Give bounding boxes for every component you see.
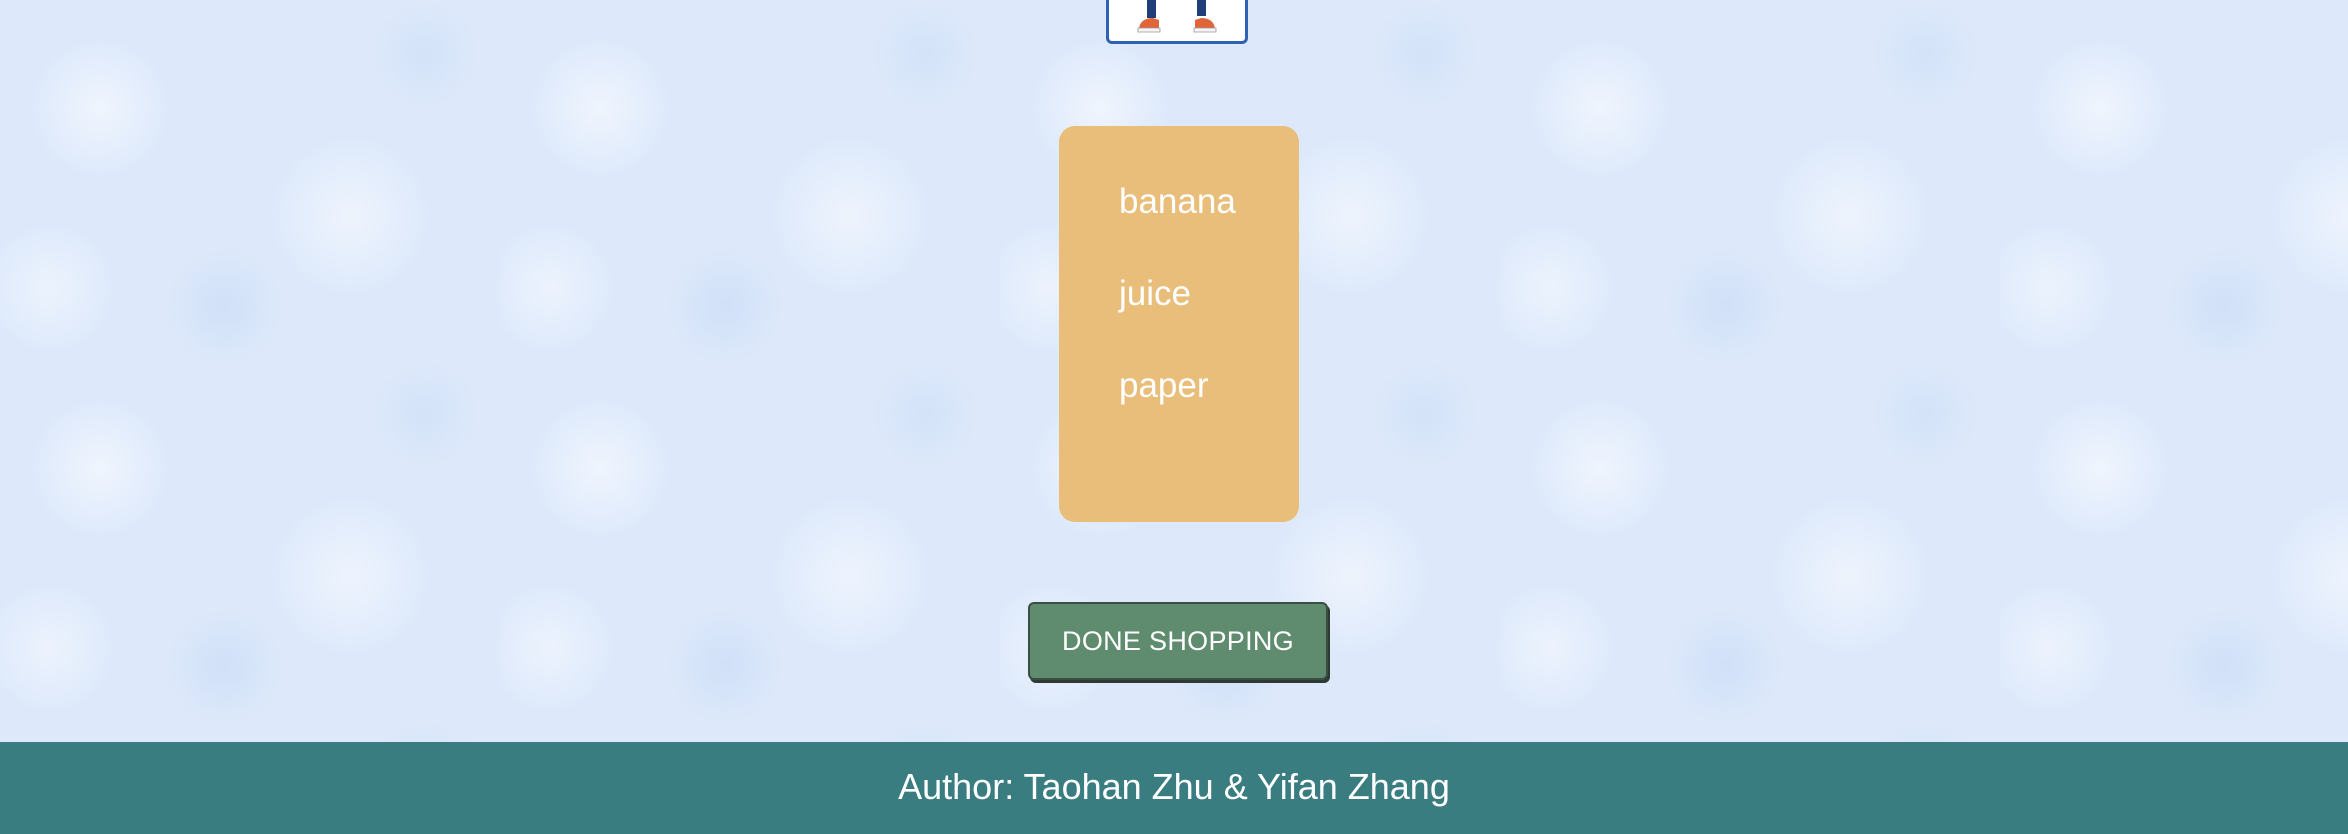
- shopping-list-card: banana juice paper: [1059, 126, 1299, 522]
- character-avatar: [1106, 0, 1248, 44]
- list-item-juice[interactable]: juice: [1119, 276, 1299, 368]
- done-shopping-button[interactable]: DONE SHOPPING: [1028, 602, 1328, 680]
- list-item-banana[interactable]: banana: [1119, 184, 1299, 276]
- footer-author-text: Author: Taohan Zhu & Yifan Zhang: [898, 766, 1450, 807]
- footer: Author: Taohan Zhu & Yifan Zhang: [0, 742, 2348, 834]
- list-item-paper[interactable]: paper: [1119, 368, 1299, 460]
- character-legs-icon: [1137, 0, 1217, 33]
